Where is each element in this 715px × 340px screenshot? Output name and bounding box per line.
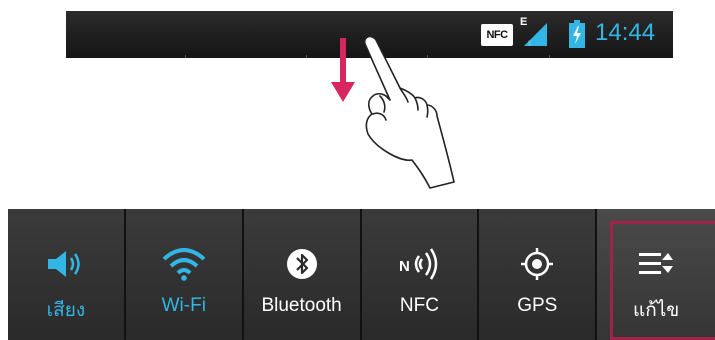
gps-icon	[520, 247, 554, 281]
quick-setting-gps[interactable]: GPS	[479, 209, 598, 340]
status-bar-divider	[549, 55, 550, 58]
bluetooth-icon	[285, 247, 319, 281]
quick-setting-label: NFC	[399, 295, 439, 316]
quick-setting-bluetooth[interactable]: Bluetooth	[243, 209, 362, 340]
quick-setting-edit[interactable]: แก้ไข	[597, 209, 715, 340]
svg-text:N: N	[399, 258, 410, 275]
battery-charging-icon	[569, 20, 585, 48]
volume-icon	[46, 247, 86, 281]
quick-setting-label: GPS	[517, 295, 558, 316]
signal-strength-icon	[524, 23, 547, 46]
nfc-icon: N	[397, 247, 441, 281]
status-clock: 14:44	[595, 19, 656, 46]
quick-setting-wifi[interactable]: Wi-Fi	[125, 209, 244, 340]
pointing-hand-icon	[363, 35, 455, 189]
quick-setting-label: เสียง	[46, 300, 86, 321]
status-bar-divider	[185, 55, 186, 58]
quick-setting-label: Wi-Fi	[161, 295, 206, 316]
quick-setting-sound[interactable]: เสียง	[8, 209, 126, 340]
wifi-icon	[162, 247, 206, 281]
quick-setting-label: แก้ไข	[632, 300, 680, 321]
edit-list-icon	[638, 247, 674, 281]
quick-settings-bar: เสียง Wi-Fi Bluetooth N NFC GPS แก้ไข	[8, 209, 715, 340]
quick-setting-label: Bluetooth	[261, 295, 342, 316]
status-bar-divider	[306, 55, 307, 58]
swipe-down-gesture-illustration	[331, 35, 455, 189]
down-arrow-icon	[331, 38, 355, 102]
quick-setting-nfc[interactable]: N NFC	[361, 209, 480, 340]
nfc-status-icon: NFC	[481, 24, 513, 46]
